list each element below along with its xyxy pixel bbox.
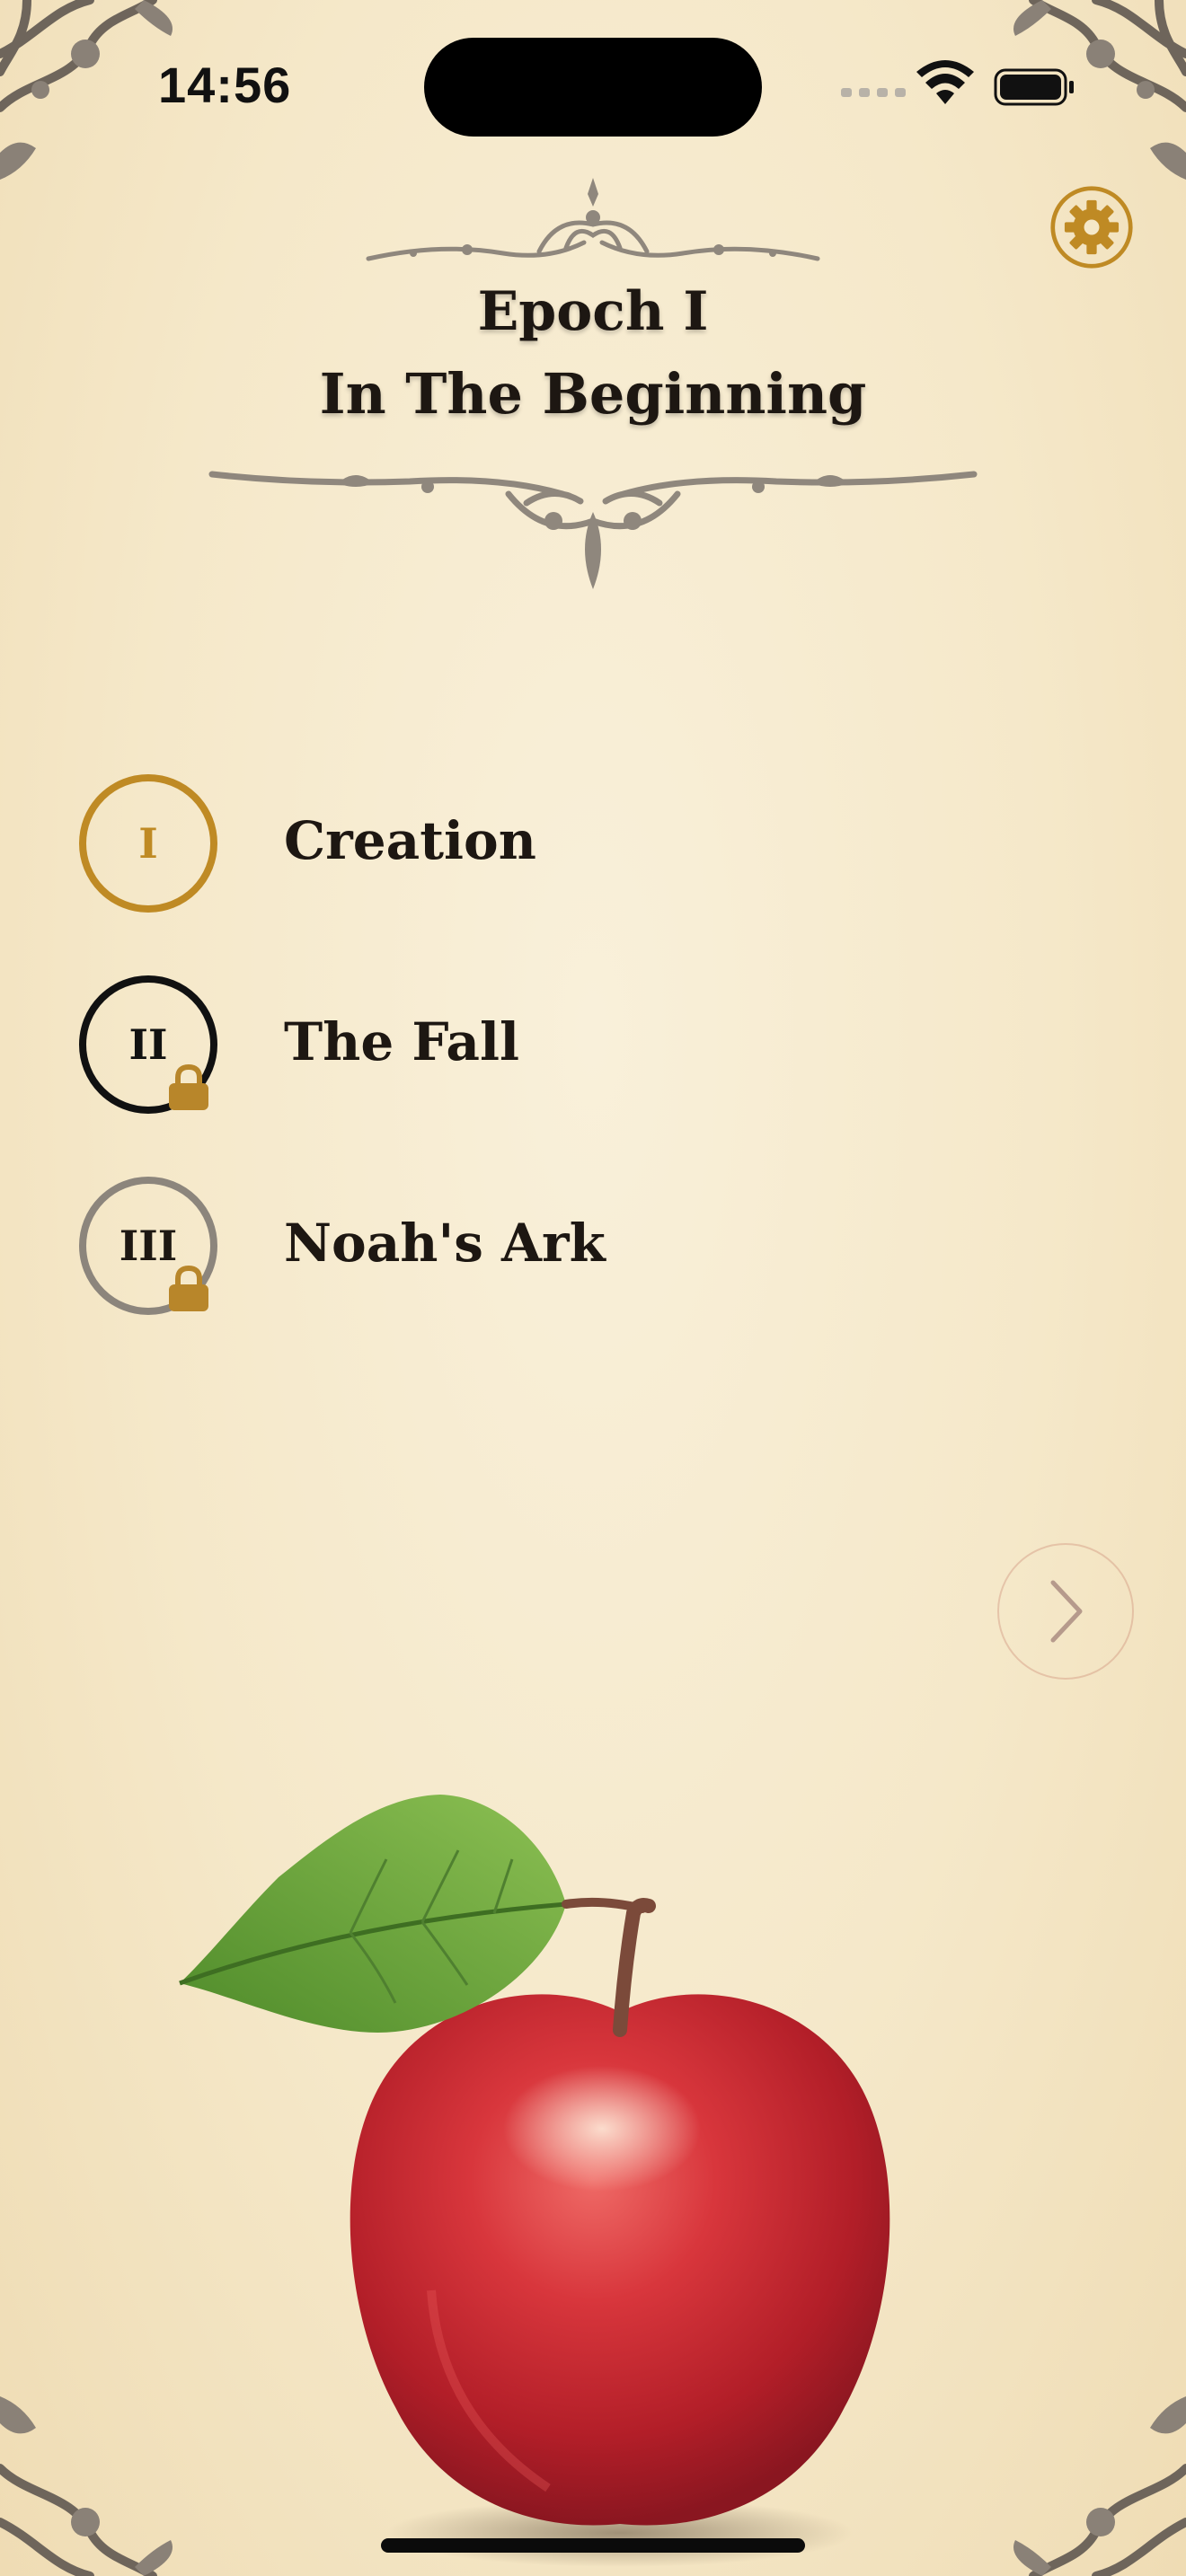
chapter-title: Noah's Ark [284, 1213, 606, 1274]
next-page-button[interactable] [997, 1543, 1134, 1680]
lock-icon [169, 1063, 208, 1110]
chapter-item-the-fall[interactable]: II The Fall [79, 975, 708, 1119]
epoch-title: In The Beginning [319, 361, 867, 427]
cellular-signal-icon [841, 88, 906, 97]
home-indicator [381, 2538, 805, 2553]
status-time: 14:56 [158, 57, 292, 113]
battery-icon [994, 68, 1074, 106]
chapter-item-noahs-ark[interactable]: III Noah's Ark [79, 1177, 708, 1320]
dynamic-island [424, 38, 762, 137]
chapter-badge-1: I [79, 774, 217, 913]
corner-ornament-bottom-right [1013, 2396, 1186, 2576]
status-icons [841, 60, 1074, 106]
chevron-right-icon [1050, 1580, 1083, 1643]
apple-illustration [179, 1795, 890, 2567]
title-ornament-bottom [208, 471, 978, 589]
lock-icon [169, 1265, 208, 1311]
chapter-item-creation[interactable]: I Creation [79, 774, 708, 918]
gear-icon [1050, 186, 1133, 269]
settings-button[interactable] [1049, 185, 1134, 269]
title-ornament-top [366, 178, 820, 261]
epoch-label: Epoch I [477, 280, 709, 343]
chapter-title: Creation [284, 810, 536, 871]
wifi-icon [916, 60, 974, 104]
chapter-title: The Fall [284, 1011, 520, 1072]
